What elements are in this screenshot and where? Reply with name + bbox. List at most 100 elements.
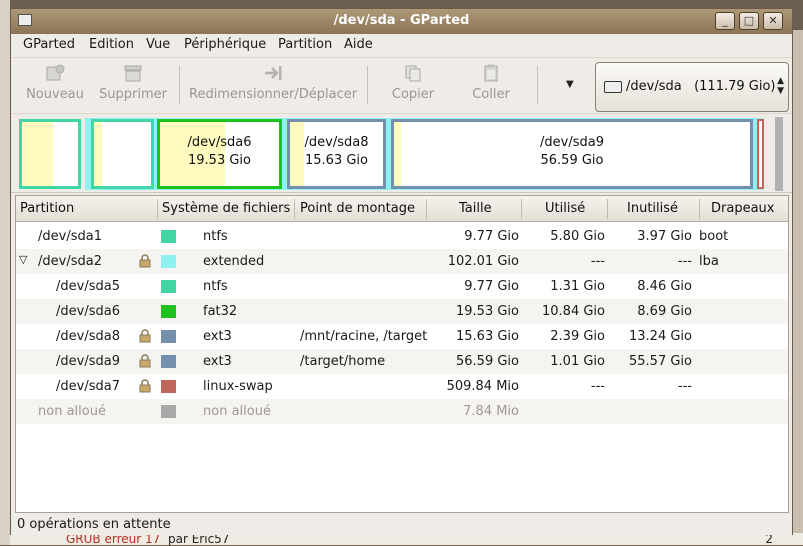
table-row[interactable]: /dev/sda9 ext3/target/home 56.59 Gio 1.01 G… [16,349,788,374]
toolbar-separator [537,66,538,104]
column-separator [294,199,295,219]
map-partition-sda7[interactable] [757,119,764,189]
toolbar-overflow-icon[interactable]: ▼ [566,79,574,90]
menu-partition[interactable]: Partition [278,37,332,52]
device-selector-label: /dev/sda (111.79 Gio) [626,79,776,94]
cell-unused: 3.97 Gio [637,229,692,244]
cell-unused: --- [677,379,692,394]
lock-icon [139,329,151,343]
background-page-right [793,30,803,533]
paste-button-label: Coller [472,87,510,102]
table-row[interactable]: non alloué non alloué 7.84 Mio [16,399,788,424]
delete-button-label: Supprimer [99,87,167,102]
menu-peripherique[interactable]: Périphérique [184,37,266,52]
delete-button[interactable]: Supprimer [97,64,169,110]
cell-used: --- [590,379,605,394]
column-header-used[interactable]: Utilisé [545,201,585,216]
map-partition-sda1[interactable] [19,119,81,189]
expander-icon[interactable]: ▽ [19,253,27,266]
minimize-button[interactable]: _ [715,12,735,30]
table-row[interactable]: ▽ /dev/sda2 extended 102.01 Gio --- --- lba [16,249,788,274]
cell-filesystem: fat32 [203,304,238,319]
cell-partition: /dev/sda9 [56,354,120,369]
cell-filesystem: ntfs [203,279,228,294]
paste-button[interactable]: Coller [459,64,523,110]
map-sda9-name: /dev/sda9 [540,135,604,150]
cell-mountpoint: /mnt/racine, /target [300,329,428,344]
map-partition-sda6[interactable]: /dev/sda6 19.53 Gio [157,119,282,189]
cell-partition: /dev/sda6 [56,304,120,319]
cell-mountpoint: /target/home [300,354,386,369]
table-row[interactable]: /dev/sda8 ext3/mnt/racine, /target 15.63 G… [16,324,788,349]
map-sda6-name: /dev/sda6 [187,135,252,150]
toolbar-separator [179,66,180,104]
map-unallocated[interactable] [775,117,783,191]
paste-icon [484,64,498,82]
cell-size: 7.84 Mio [463,404,519,419]
column-header-flags[interactable]: Drapeaux [711,201,774,216]
copy-button[interactable]: Copier [381,64,445,110]
menu-vue[interactable]: Vue [146,37,170,52]
menu-gparted[interactable]: GParted [23,37,75,52]
spinner-arrows-icon: ▲ ▼ [777,76,784,96]
table-header: Partition Système de fichiers Point de m… [16,196,788,222]
cell-size: 9.77 Gio [464,229,519,244]
column-header-size[interactable]: Taille [459,201,492,216]
maximize-button[interactable]: □ [739,12,759,30]
column-header-partition[interactable]: Partition [20,201,74,216]
cell-unused: 13.24 Gio [629,329,692,344]
device-selector[interactable]: /dev/sda (111.79 Gio) ▲ ▼ [595,62,789,112]
partition-table: Partition Système de fichiers Point de m… [15,195,789,513]
menu-aide[interactable]: Aide [344,37,373,52]
resize-arrow-icon [265,66,282,80]
cell-used: 1.31 Gio [550,279,605,294]
table-row[interactable]: /dev/sda7 linux-swap 509.84 Mio --- --- [16,374,788,399]
table-row[interactable]: /dev/sda5 ntfs 9.77 Gio 1.31 Gio 8.46 Gio [16,274,788,299]
cell-used: 5.80 Gio [550,229,605,244]
map-sda8-size: 15.63 Gio [305,153,368,168]
map-partition-sda8[interactable]: /dev/sda8 15.63 Gio [287,119,386,189]
resize-move-button[interactable]: Redimensionner/Déplacer [189,64,357,110]
toolbar-separator [367,66,368,104]
cell-filesystem: ext3 [203,354,232,369]
cell-filesystem: ext3 [203,329,232,344]
window-title: /dev/sda - GParted [333,13,470,28]
table-row[interactable]: /dev/sda1 ntfs 9.77 Gio 5.80 Gio 3.97 Gio boo… [16,224,788,249]
filesystem-color-swatch [161,330,176,343]
column-header-filesystem[interactable]: Système de fichiers [162,201,290,216]
title-bar[interactable]: /dev/sda - GParted _ □ ✕ [11,9,792,34]
filesystem-color-swatch [161,380,176,393]
column-header-unused[interactable]: Inutilisé [627,201,678,216]
cell-filesystem: ntfs [203,229,228,244]
delete-partition-icon [124,65,142,82]
cell-used: 2.39 Gio [550,329,605,344]
table-row[interactable]: /dev/sda6 fat32 19.53 Gio 10.84 Gio 8.69 Gio [16,299,788,324]
cell-used: --- [590,254,605,269]
cell-partition: /dev/sda5 [56,279,120,294]
map-used-space [22,122,54,186]
column-header-mountpoint[interactable]: Point de montage [300,201,415,216]
column-separator [607,199,608,219]
menu-bar: GParted Edition Vue Périphérique Partiti… [11,34,792,56]
map-partition-sda5[interactable] [91,119,154,189]
map-sda9-size: 56.59 Gio [540,153,604,168]
cell-unused: --- [677,254,692,269]
lock-icon [139,354,151,368]
cell-filesystem: extended [203,254,265,269]
menu-edition[interactable]: Edition [89,37,134,52]
cell-filesystem: non alloué [203,404,271,419]
cell-partition: /dev/sda7 [56,379,120,394]
cell-partition: /dev/sda1 [38,229,102,244]
cell-size: 509.84 Mio [446,379,519,394]
new-button[interactable]: Nouveau [23,64,87,110]
new-partition-icon [46,64,65,81]
cell-used: 10.84 Gio [542,304,605,319]
filesystem-color-swatch [161,255,176,268]
map-partition-sda9[interactable]: /dev/sda9 56.59 Gio [391,119,753,189]
cell-size: 9.77 Gio [464,279,519,294]
partition-map: /dev/sda6 19.53 Gio /dev/sda8 15.63 Gio … [11,115,792,193]
toolbar: Nouveau Supprimer Redimensionner/Déplace… [11,57,792,114]
resize-move-button-label: Redimensionner/Déplacer [189,87,358,102]
column-separator [521,199,522,219]
close-button[interactable]: ✕ [763,12,783,30]
